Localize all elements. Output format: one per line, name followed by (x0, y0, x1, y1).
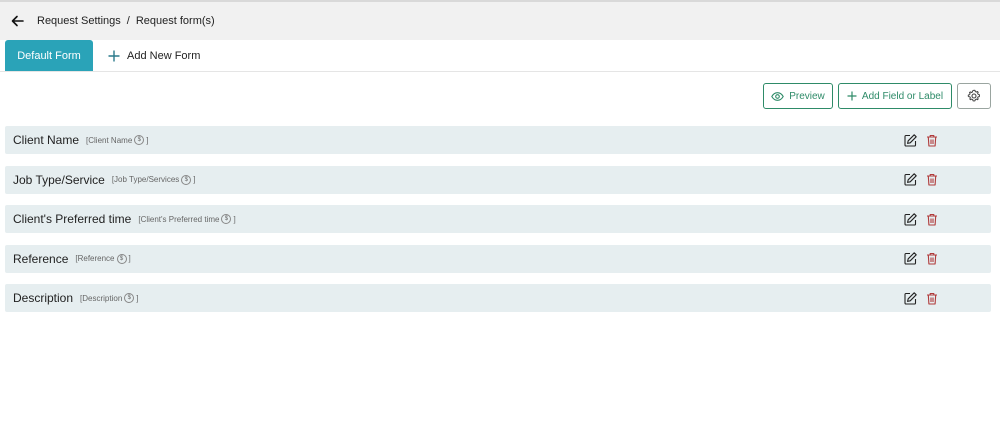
edit-icon[interactable] (903, 291, 917, 305)
field-tag-text: [Client's Preferred time (138, 214, 220, 224)
field-tag-close: ] (128, 254, 131, 263)
dollar-icon: $ (134, 135, 145, 145)
tab-default-form[interactable]: Default Form (5, 40, 93, 71)
field-name: Description (13, 291, 74, 305)
field-tag: [Job Type/Services $ ] (111, 174, 196, 185)
dollar-icon: $ (221, 214, 232, 224)
field-tag-text: [Reference (75, 254, 115, 263)
breadcrumb-current: Request form(s) (135, 15, 215, 27)
row-actions (903, 291, 939, 305)
field-tag: [Description $ ] (80, 293, 139, 303)
breadcrumb-parent[interactable]: Request Settings (37, 15, 121, 27)
field-name: Reference (13, 251, 69, 266)
field-tag-text: [Job Type/Services (111, 175, 180, 184)
row-actions (903, 212, 939, 226)
edit-icon[interactable] (903, 212, 917, 226)
trash-icon[interactable] (925, 212, 939, 226)
form-field-list: Client Name [Client Name $ ] Job Type/Se… (5, 126, 991, 324)
eye-icon (771, 91, 785, 101)
field-row: Reference [Reference $ ] (5, 244, 991, 273)
plus-icon (108, 50, 120, 62)
form-tabs: Default Form Add New Form (0, 40, 1000, 72)
field-tag: [Reference $ ] (75, 253, 131, 264)
field-name: Client Name (13, 133, 80, 147)
row-actions (903, 133, 939, 147)
field-tag-close: ] (233, 214, 236, 224)
field-tag: [Client's Preferred time $ ] (138, 214, 236, 224)
back-arrow-icon[interactable] (10, 14, 24, 28)
breadcrumb: Request Settings / Request form(s) (37, 15, 215, 27)
field-tag-text: [Description (80, 293, 123, 303)
trash-icon[interactable] (925, 133, 939, 147)
edit-icon[interactable] (903, 133, 917, 147)
field-row: Client Name [Client Name $ ] (5, 126, 991, 154)
field-row: Client's Preferred time [Client's Prefer… (5, 205, 991, 233)
field-name: Client's Preferred time (13, 212, 132, 226)
row-actions (903, 173, 939, 187)
settings-button[interactable] (957, 83, 991, 109)
trash-icon[interactable] (925, 291, 939, 305)
gear-icon (967, 89, 980, 102)
add-field-button[interactable]: Add Field or Label (838, 83, 952, 109)
tab-default-form-label: Default Form (17, 49, 81, 62)
field-tag-close: ] (136, 293, 139, 303)
trash-icon[interactable] (925, 173, 939, 187)
dollar-icon: $ (116, 253, 127, 264)
field-tag-close: ] (146, 135, 149, 145)
add-new-form-button[interactable]: Add New Form (108, 40, 200, 71)
add-field-label: Add Field or Label (861, 90, 944, 102)
field-tag: [Client Name $ ] (86, 135, 149, 145)
field-row: Description [Description $ ] (5, 284, 991, 312)
field-tag-text: [Client Name (86, 135, 133, 145)
edit-icon[interactable] (903, 252, 917, 266)
add-new-form-label: Add New Form (127, 49, 201, 62)
trash-icon[interactable] (925, 252, 939, 266)
breadcrumb-separator: / (126, 15, 130, 27)
row-actions (903, 252, 939, 266)
plus-icon (847, 91, 857, 101)
dollar-icon: $ (124, 293, 135, 303)
dollar-icon: $ (181, 174, 192, 185)
preview-button[interactable]: Preview (763, 83, 833, 109)
field-name: Job Type/Service (13, 172, 105, 187)
field-row: Job Type/Service [Job Type/Services $ ] (5, 165, 991, 194)
preview-label: Preview (789, 90, 825, 102)
field-tag-close: ] (193, 175, 196, 184)
header-bar: Request Settings / Request form(s) (0, 0, 1000, 40)
edit-icon[interactable] (903, 173, 917, 187)
